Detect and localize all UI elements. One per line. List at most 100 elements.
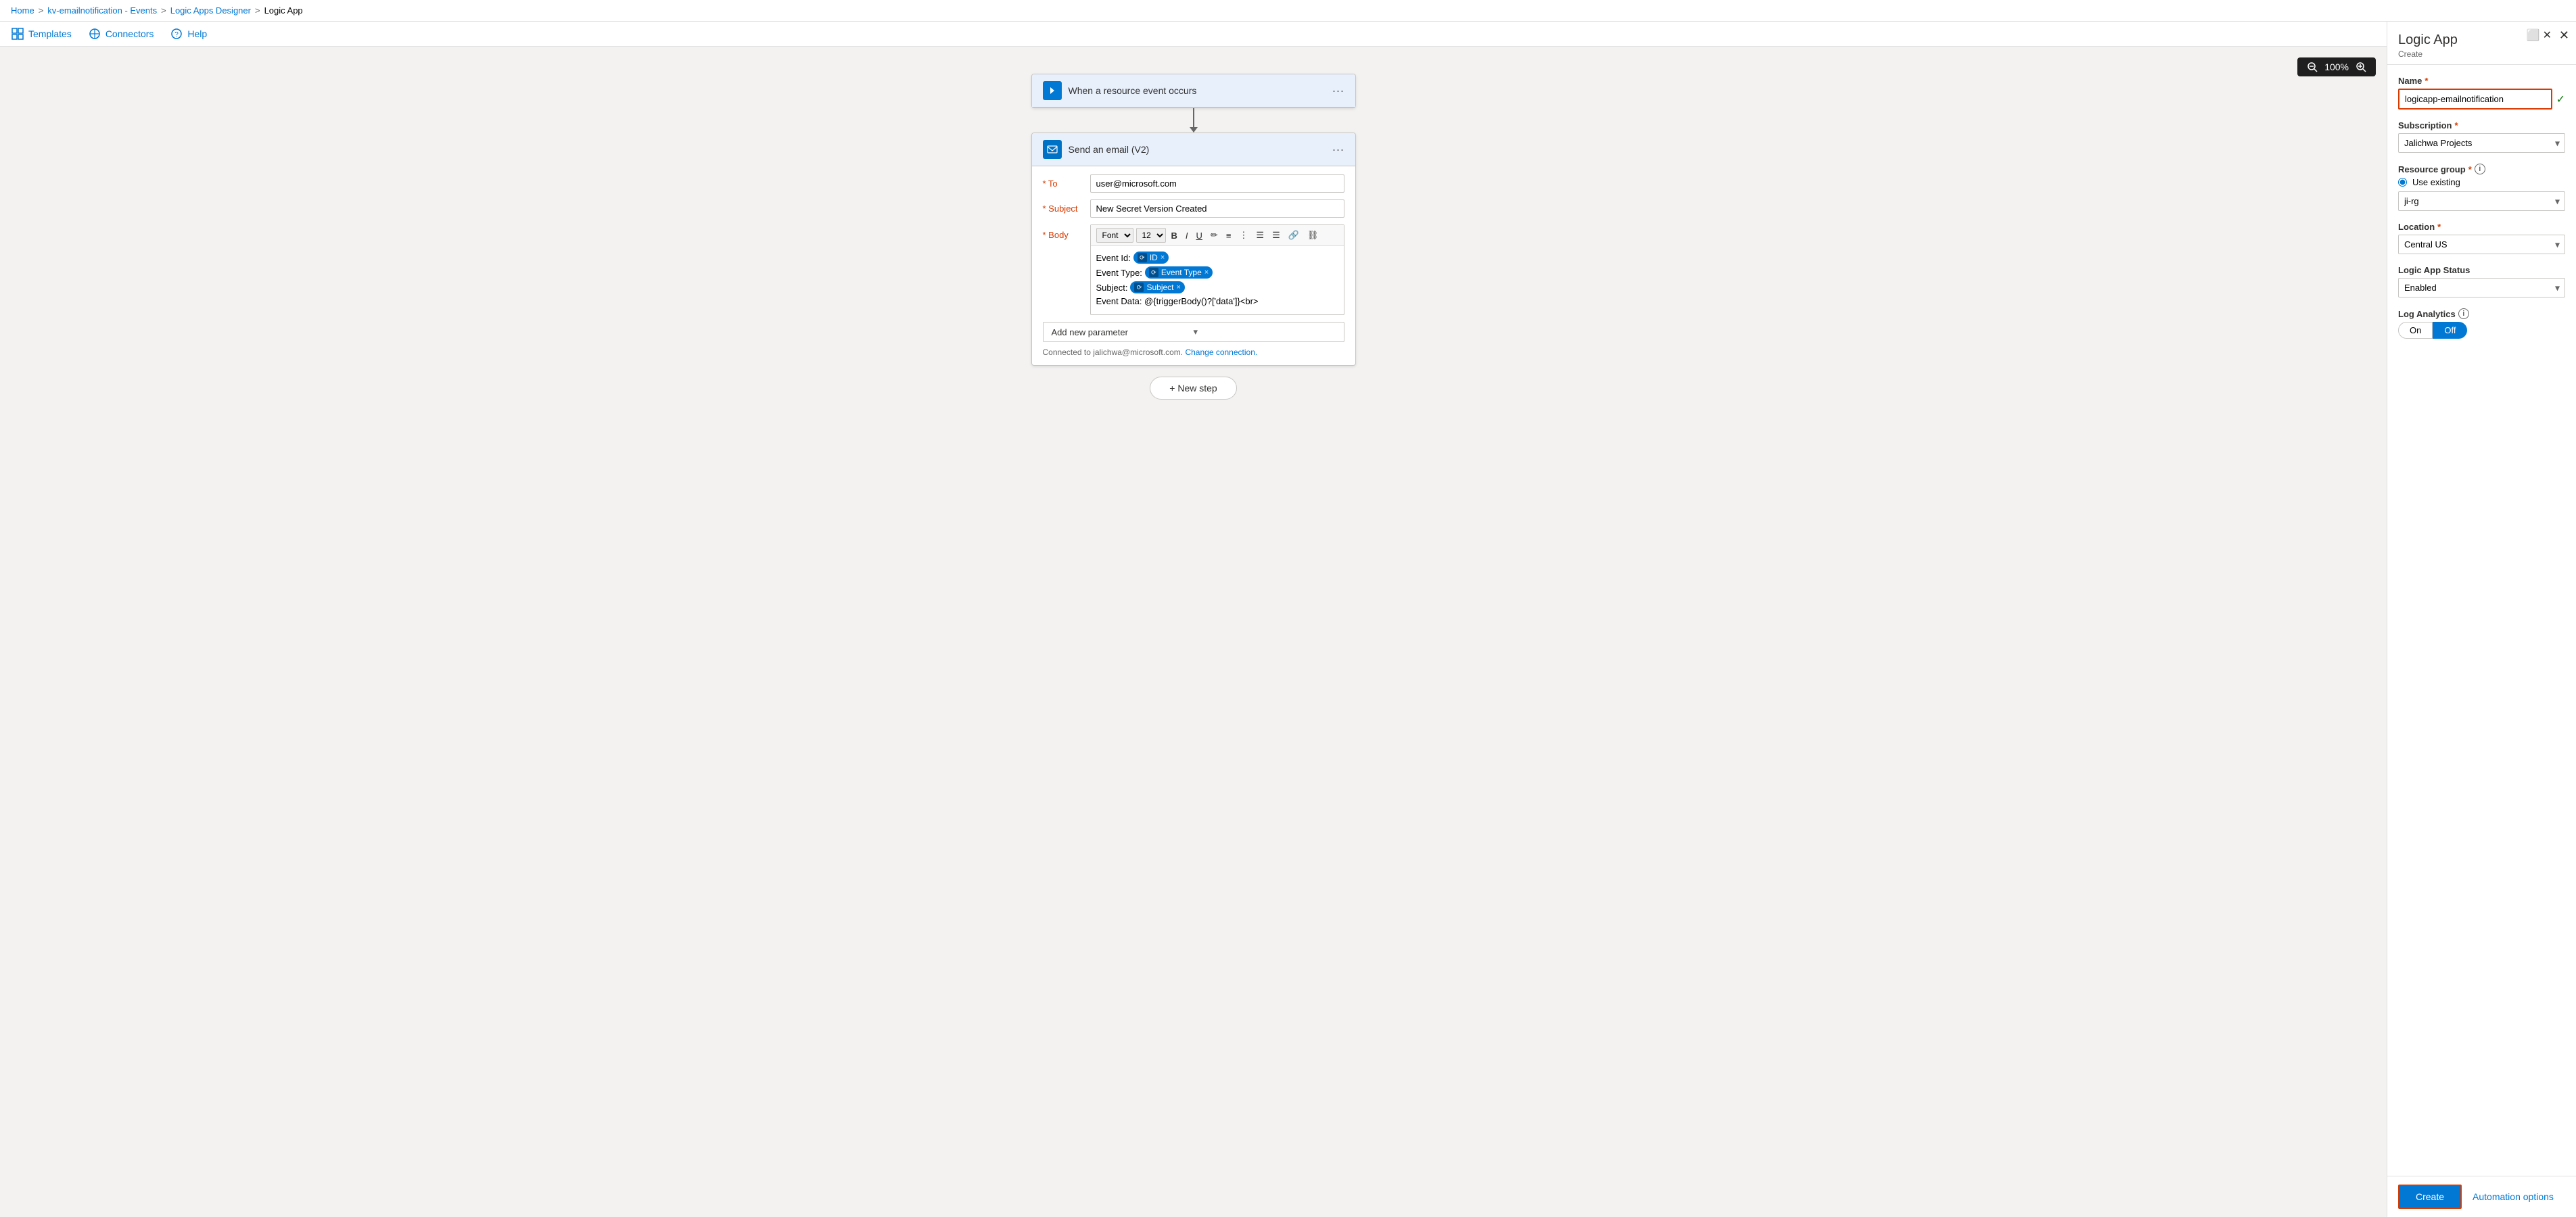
panel-close-button[interactable]: ✕: [2559, 28, 2569, 43]
panel-resize: ⬜ ✕: [2527, 28, 2552, 42]
resource-group-radio-group: Use existing: [2398, 177, 2565, 187]
log-analytics-info-icon[interactable]: i: [2458, 308, 2469, 319]
automation-options-link[interactable]: Automation options: [2473, 1191, 2554, 1202]
pen-btn[interactable]: ✏: [1208, 229, 1221, 242]
email-step-menu[interactable]: ···: [1332, 143, 1344, 157]
connectors-label: Connectors: [106, 28, 154, 39]
log-off-button[interactable]: Off: [2433, 322, 2467, 339]
breadcrumb-events[interactable]: kv-emailnotification - Events: [47, 5, 157, 16]
italic-btn[interactable]: I: [1183, 229, 1191, 242]
to-input[interactable]: [1090, 174, 1344, 193]
connection-info: Connected to jalichwa@microsoft.com. Cha…: [1043, 348, 1344, 357]
body-field-row: * Body Font 12 B I U ✏ ≡: [1043, 224, 1344, 315]
name-input-wrapper: ✓: [2398, 89, 2565, 110]
breadcrumb-current: Logic App: [264, 5, 303, 16]
ol-btn[interactable]: ⋮: [1236, 229, 1250, 242]
toolbar-help[interactable]: ? Help: [170, 27, 207, 41]
resource-group-label: Resource group * i: [2398, 164, 2565, 174]
underline-btn[interactable]: U: [1194, 229, 1205, 242]
main-layout: Templates Connectors ? Help: [0, 22, 2576, 1217]
toolbar-connectors[interactable]: Connectors: [88, 27, 154, 41]
use-existing-radio[interactable]: [2398, 178, 2407, 187]
toolbar: Templates Connectors ? Help: [0, 22, 2387, 47]
templates-icon: [11, 27, 24, 41]
resource-group-select-wrapper: ji-rg: [2398, 191, 2565, 211]
font-select[interactable]: Font: [1096, 228, 1133, 243]
tag-event-type-icon: ⟳: [1149, 268, 1158, 277]
name-input[interactable]: [2398, 89, 2552, 110]
resource-group-info-icon[interactable]: i: [2475, 164, 2485, 174]
body-line-1: Event Id: ⟳ ID ×: [1096, 252, 1338, 264]
help-label: Help: [187, 28, 207, 39]
subscription-select[interactable]: Jalichwa Projects: [2398, 133, 2565, 153]
new-step-button[interactable]: + New step: [1150, 377, 1236, 400]
change-connection-link[interactable]: Change connection.: [1185, 348, 1257, 357]
location-select[interactable]: Central US: [2398, 235, 2565, 254]
list-btn[interactable]: ≡: [1223, 229, 1234, 242]
breadcrumb-designer[interactable]: Logic Apps Designer: [170, 5, 251, 16]
right-panel: ✕ ⬜ ✕ Logic App Create Name * ✓: [2387, 22, 2576, 1217]
add-param[interactable]: Add new parameter ▾: [1043, 322, 1344, 342]
add-param-label: Add new parameter: [1052, 327, 1194, 337]
tag-id-icon: ⟳: [1138, 253, 1147, 262]
location-select-wrapper: Central US: [2398, 235, 2565, 254]
trigger-step-menu[interactable]: ···: [1332, 84, 1344, 98]
breadcrumb-home[interactable]: Home: [11, 5, 34, 16]
body-content[interactable]: Event Id: ⟳ ID × Event Type:: [1091, 246, 1344, 314]
body-tag-id: ⟳ ID ×: [1133, 252, 1169, 264]
tag-event-type-close[interactable]: ×: [1204, 268, 1209, 277]
templates-label: Templates: [28, 28, 72, 39]
designer-canvas: 100% When a resource event occurs ···: [0, 47, 2387, 1217]
resource-group-group: Resource group * i Use existing ji-rg: [2398, 164, 2565, 211]
resource-group-select[interactable]: ji-rg: [2398, 191, 2565, 211]
align-left-btn[interactable]: ☰: [1253, 229, 1267, 242]
status-label: Logic App Status: [2398, 265, 2565, 275]
body-toolbar: Font 12 B I U ✏ ≡ ⋮ ☰ ☰: [1091, 225, 1344, 246]
size-select[interactable]: 12: [1136, 228, 1166, 243]
align-right-btn[interactable]: ☰: [1269, 229, 1283, 242]
toolbar-templates[interactable]: Templates: [11, 27, 72, 41]
zoom-in-button[interactable]: [2356, 62, 2366, 72]
zoom-out-button[interactable]: [2307, 62, 2318, 72]
name-group: Name * ✓: [2398, 76, 2565, 110]
body-line-2: Event Type: ⟳ Event Type ×: [1096, 266, 1338, 279]
body-label: * Body: [1043, 224, 1090, 240]
panel-footer: Create Automation options: [2387, 1176, 2576, 1217]
log-analytics-group: Log Analytics i On Off: [2398, 308, 2565, 339]
flow-arrow-1: [1190, 108, 1198, 133]
zoom-control: 100%: [2297, 57, 2376, 76]
email-step-icon: [1043, 140, 1062, 159]
tag-id-close[interactable]: ×: [1161, 254, 1165, 262]
trigger-step-card: When a resource event occurs ···: [1031, 74, 1356, 108]
location-group: Location * Central US: [2398, 222, 2565, 254]
name-check-icon: ✓: [2556, 93, 2565, 106]
subject-label: * Subject: [1043, 199, 1090, 214]
subject-input[interactable]: [1090, 199, 1344, 218]
restore-button[interactable]: ⬜: [2527, 28, 2540, 42]
create-button[interactable]: Create: [2398, 1185, 2462, 1209]
log-analytics-label: Log Analytics i: [2398, 308, 2565, 319]
canvas-area: Templates Connectors ? Help: [0, 22, 2387, 1217]
name-label: Name *: [2398, 76, 2565, 86]
body-tag-event-type: ⟳ Event Type ×: [1145, 266, 1213, 279]
body-line-4: Event Data: @{triggerBody()?['data']}<br…: [1096, 296, 1338, 306]
log-on-button[interactable]: On: [2398, 322, 2433, 339]
bold-btn[interactable]: B: [1169, 229, 1180, 242]
email-step-header[interactable]: Send an email (V2) ···: [1032, 133, 1355, 166]
status-select[interactable]: Enabled Disabled: [2398, 278, 2565, 297]
breadcrumb: Home > kv-emailnotification - Events > L…: [0, 0, 2576, 22]
svg-text:?: ?: [175, 31, 179, 39]
unlink-btn[interactable]: ⛓: [1305, 229, 1321, 242]
tag-subject-close[interactable]: ×: [1177, 283, 1181, 291]
email-step-body: * To * Subject * Body: [1032, 166, 1355, 365]
use-existing-option[interactable]: Use existing: [2398, 177, 2565, 187]
location-label: Location *: [2398, 222, 2565, 232]
maximize-button[interactable]: ✕: [2543, 28, 2552, 42]
trigger-step-header[interactable]: When a resource event occurs ···: [1032, 74, 1355, 108]
panel-body: Name * ✓ Subscription * Jalichwa Project…: [2387, 65, 2576, 1176]
help-icon: ?: [170, 27, 183, 41]
trigger-step-icon: [1043, 81, 1062, 100]
link-btn[interactable]: 🔗: [1286, 229, 1302, 242]
zoom-level: 100%: [2324, 62, 2349, 72]
body-line-3: Subject: ⟳ Subject ×: [1096, 281, 1338, 293]
